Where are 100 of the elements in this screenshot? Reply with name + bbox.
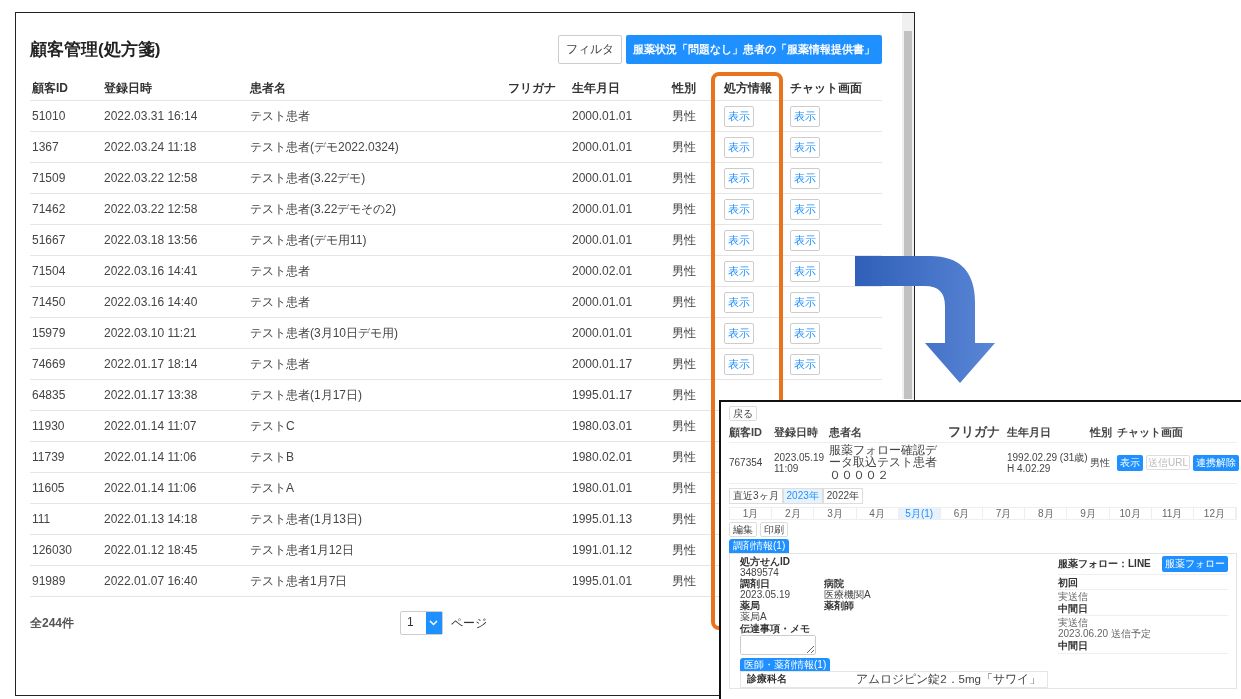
status-text: 実送信 — [1058, 590, 1089, 602]
table-cell: 男性 — [670, 348, 722, 380]
show-button[interactable]: 表示 — [790, 353, 820, 375]
field-label: 診療科名 — [747, 673, 787, 686]
show-button[interactable]: 表示 — [724, 353, 754, 375]
table-cell: 2022.03.10 11:21 — [102, 317, 248, 349]
month-tab[interactable]: 5月(1) — [898, 508, 941, 520]
month-tab[interactable]: 6月 — [940, 508, 983, 520]
month-tab[interactable]: 2月 — [772, 508, 815, 520]
month-tab[interactable]: 8月 — [1025, 508, 1068, 520]
field-value: 薬局A — [740, 611, 768, 623]
table-cell: 1980.02.01 — [570, 441, 670, 473]
memo-field[interactable] — [740, 634, 816, 655]
month-tab[interactable]: 7月 — [983, 508, 1026, 520]
table-cell-text: H 4.02.29 — [1007, 462, 1052, 475]
table-cell: 2000.01.01 — [570, 286, 670, 318]
show-button[interactable]: 表示 — [790, 167, 820, 189]
table-cell: 11605 — [30, 472, 102, 504]
show-button[interactable]: 表示 — [724, 167, 754, 189]
period-tab[interactable]: 直近3ヶ月 — [729, 488, 783, 505]
table-cell: テストA — [248, 472, 506, 504]
show-button[interactable]: 表示 — [724, 260, 754, 282]
field-value: 3489574 — [740, 566, 779, 578]
show-button[interactable]: 表示 — [790, 198, 820, 220]
table-cell: 2022.03.24 11:18 — [102, 131, 248, 163]
show-button[interactable]: 表示 — [724, 136, 754, 158]
show-button[interactable]: 表示 — [790, 136, 820, 158]
table-cell: テスト患者1月12日 — [248, 534, 506, 566]
table-cell: 1980.01.01 — [570, 472, 670, 504]
table-cell: テスト患者(3.22デモ) — [248, 162, 506, 194]
show-button[interactable]: 表示 — [790, 291, 820, 313]
show-button[interactable]: 表示 — [790, 260, 820, 282]
month-tab[interactable]: 3月 — [814, 508, 857, 520]
show-button[interactable]: 表示 — [790, 229, 820, 251]
table-cell: 74669 — [30, 348, 102, 380]
show-button[interactable]: 表示 — [1117, 454, 1143, 471]
show-button[interactable]: 表示 — [724, 105, 754, 127]
month-tab[interactable]: 1月 — [730, 508, 773, 520]
show-button[interactable]: 表示 — [790, 105, 820, 127]
table-cell: 2022.01.17 13:38 — [102, 379, 248, 411]
field-label: 伝達事項・メモ — [740, 622, 811, 634]
column-header: 処方情報 — [722, 76, 788, 101]
column-header: 生年月日 — [1007, 426, 1052, 439]
column-header: フリガナ — [948, 425, 1001, 440]
section-heading: 中間日 — [1058, 639, 1228, 654]
table-cell: 1995.01.13 — [570, 503, 670, 535]
column-header: 性別 — [670, 76, 722, 101]
field-value: 医療機関A — [824, 589, 872, 601]
action-button[interactable]: 編集 — [729, 522, 757, 538]
table-cell: 2023.05.19 11:09 — [774, 451, 826, 475]
table-cell: 2000.01.01 — [570, 193, 670, 225]
table-cell: 126030 — [30, 534, 102, 566]
dispensing-tab[interactable]: 調剤情報(1) — [729, 539, 790, 553]
table-cell: 2022.01.17 18:14 — [102, 348, 248, 380]
table-cell: 男性 — [670, 224, 722, 256]
table-cell: 51010 — [30, 100, 102, 132]
month-tab[interactable]: 4月 — [856, 508, 899, 520]
period-tab[interactable]: 2023年 — [782, 488, 823, 505]
column-header: 生年月日 — [570, 76, 670, 101]
report-button[interactable]: 服薬状況「問題なし」患者の「服薬情報提供書」 — [626, 35, 882, 64]
column-header: 患者名 — [829, 426, 863, 439]
page-label: ページ — [450, 614, 487, 632]
table-cell: 2022.01.14 11:07 — [102, 410, 248, 442]
follow-title: 服薬フォロー：LINE — [1058, 557, 1151, 570]
show-button[interactable]: 表示 — [724, 198, 754, 220]
action-button[interactable]: 印刷 — [760, 522, 788, 538]
month-tab[interactable]: 9月 — [1067, 508, 1110, 520]
table-cell: テスト患者(3.22デモその2) — [248, 193, 506, 225]
table-cell: 2022.03.16 14:41 — [102, 255, 248, 287]
show-button[interactable]: 表示 — [724, 291, 754, 313]
table-cell: 71450 — [30, 286, 102, 318]
period-tab[interactable]: 2022年 — [822, 488, 864, 505]
show-button[interactable]: 表示 — [790, 322, 820, 344]
table-cell: 71509 — [30, 162, 102, 194]
filter-button[interactable]: フィルタ — [558, 35, 622, 64]
unlink-button[interactable]: 連携解除 — [1193, 454, 1239, 471]
table-cell: 2022.03.31 16:14 — [102, 100, 248, 132]
show-button[interactable]: 表示 — [724, 229, 754, 251]
table-cell: 1995.01.01 — [570, 565, 670, 597]
table-cell: 1991.01.12 — [570, 534, 670, 566]
table-cell: 2022.03.22 12:58 — [102, 193, 248, 225]
table-cell: 2022.01.14 11:06 — [102, 472, 248, 504]
table-cell: テスト患者(デモ2022.0324) — [248, 131, 506, 163]
column-header: チャット画面 — [788, 76, 882, 101]
field-value: 2023.05.19 — [740, 589, 792, 601]
table-cell: 111 — [30, 503, 102, 535]
scrollbar[interactable] — [902, 13, 914, 399]
show-button[interactable]: 表示 — [724, 322, 754, 344]
month-tab[interactable]: 10月 — [1109, 508, 1152, 520]
drug-tab[interactable]: 医師・薬剤情報(1) — [740, 657, 831, 672]
table-cell: 2022.01.14 11:06 — [102, 441, 248, 473]
table-cell: 男性 — [670, 131, 722, 163]
table-cell: 2000.01.01 — [570, 131, 670, 163]
month-tab[interactable]: 11月 — [1151, 508, 1194, 520]
month-tab[interactable]: 12月 — [1193, 508, 1236, 520]
page-select[interactable]: 1 — [400, 611, 443, 635]
follow-button[interactable]: 服薬フォロー — [1162, 555, 1228, 572]
table-cell: 男性 — [670, 100, 722, 132]
table-cell: 71462 — [30, 193, 102, 225]
back-button[interactable]: 戻る — [729, 406, 757, 421]
